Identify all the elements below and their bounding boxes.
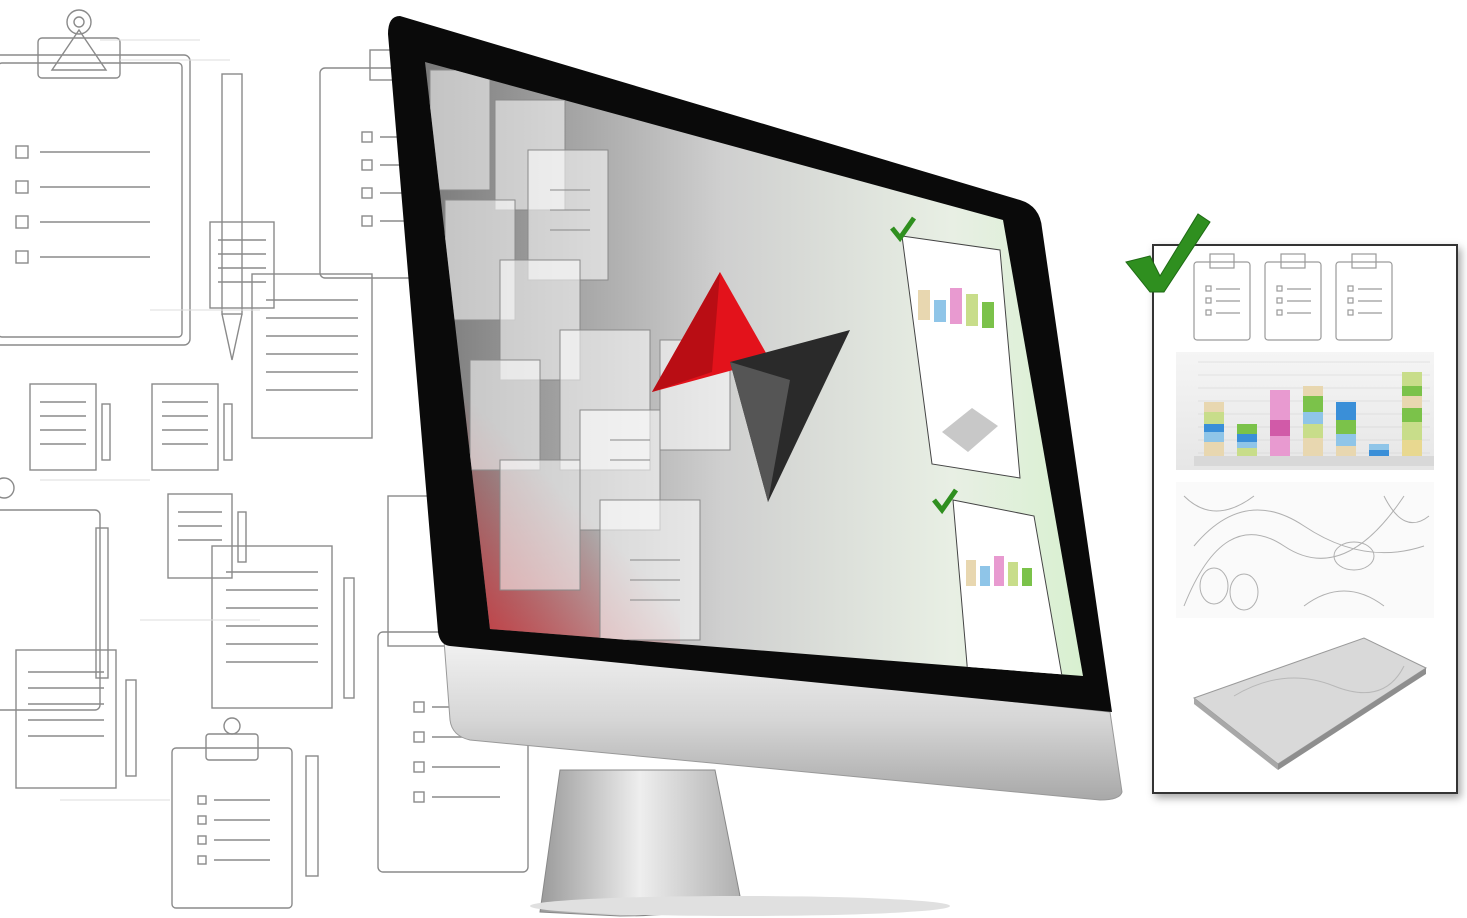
chart-bar-segment <box>1369 450 1389 456</box>
chart-bar-segment <box>1237 424 1257 434</box>
chart-bar-segment <box>1204 424 1224 432</box>
chart-bar-segment <box>1303 386 1323 396</box>
chart-bar-segment <box>1303 412 1323 424</box>
chart-bar-segment <box>1336 434 1356 446</box>
chart-bar-segment <box>1336 402 1356 420</box>
chart-bar-segment <box>1402 408 1422 422</box>
chart-bar-segment <box>1204 432 1224 442</box>
report-content <box>1176 253 1434 770</box>
clipboard-icon <box>1193 253 1251 341</box>
chart-bar-segment <box>1303 396 1323 412</box>
chart-bar-segment <box>1270 390 1290 408</box>
monitor-stand <box>539 769 741 917</box>
chart-bar-segment <box>1402 386 1422 396</box>
chart-bar-segment <box>1270 420 1290 436</box>
chart-bar-segment <box>1369 444 1389 450</box>
chart-bar-segment <box>1303 438 1323 456</box>
chart-bar-segment <box>1204 442 1224 456</box>
stacked-bar-chart <box>1176 352 1434 470</box>
chart-bar-segment <box>1336 420 1356 434</box>
chart-bar-segment <box>1402 440 1422 456</box>
line-art-panel <box>1176 482 1434 618</box>
chart-bar-segment <box>1270 408 1290 420</box>
chart-bar-segment <box>1204 402 1224 412</box>
chart-bar-segment <box>1237 442 1257 448</box>
chart-bar-segment <box>1303 424 1323 438</box>
clipboard-icon <box>429 69 491 191</box>
chart-bar-segment <box>1402 422 1422 440</box>
clipboard-icon <box>469 359 541 471</box>
clipboard-icon <box>1264 253 1322 341</box>
report-document <box>1152 244 1458 794</box>
chart-bar-segment <box>1237 448 1257 456</box>
relief-plate <box>1192 637 1428 770</box>
chart-bar-segment <box>1336 446 1356 456</box>
clipboard-icon <box>1335 253 1393 341</box>
clipboard-icon <box>599 499 701 641</box>
chart-bar-segment <box>1270 436 1290 456</box>
chart-bar-segment <box>1204 412 1224 424</box>
chart-bar-segment <box>1402 372 1422 386</box>
chart-x-axis <box>1194 456 1434 466</box>
chart-bar-segment <box>1237 434 1257 442</box>
clipboard-icon <box>499 459 581 591</box>
chart-bar-segment <box>1402 396 1422 408</box>
